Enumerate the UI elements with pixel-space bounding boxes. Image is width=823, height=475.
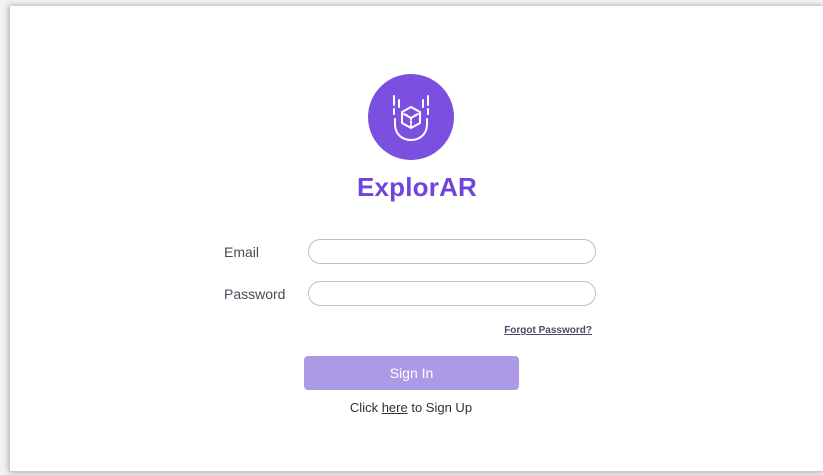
app-logo bbox=[368, 74, 454, 160]
sign-up-prompt: Click here to Sign Up bbox=[10, 400, 812, 415]
email-label: Email bbox=[224, 244, 260, 260]
email-field[interactable] bbox=[308, 239, 596, 264]
login-window: ExplorAR Email Password Forgot Password?… bbox=[9, 6, 823, 472]
app-title: ExplorAR bbox=[356, 172, 478, 202]
sign-in-button[interactable]: Sign In bbox=[304, 356, 519, 390]
password-field[interactable] bbox=[308, 281, 596, 306]
password-label: Password bbox=[224, 286, 286, 302]
sign-up-suffix: to Sign Up bbox=[407, 400, 473, 415]
ar-cube-face-icon bbox=[393, 95, 429, 141]
forgot-password-link[interactable]: Forgot Password? bbox=[504, 325, 592, 336]
sign-up-link[interactable]: here bbox=[382, 400, 408, 415]
sign-up-prefix: Click bbox=[349, 400, 382, 415]
